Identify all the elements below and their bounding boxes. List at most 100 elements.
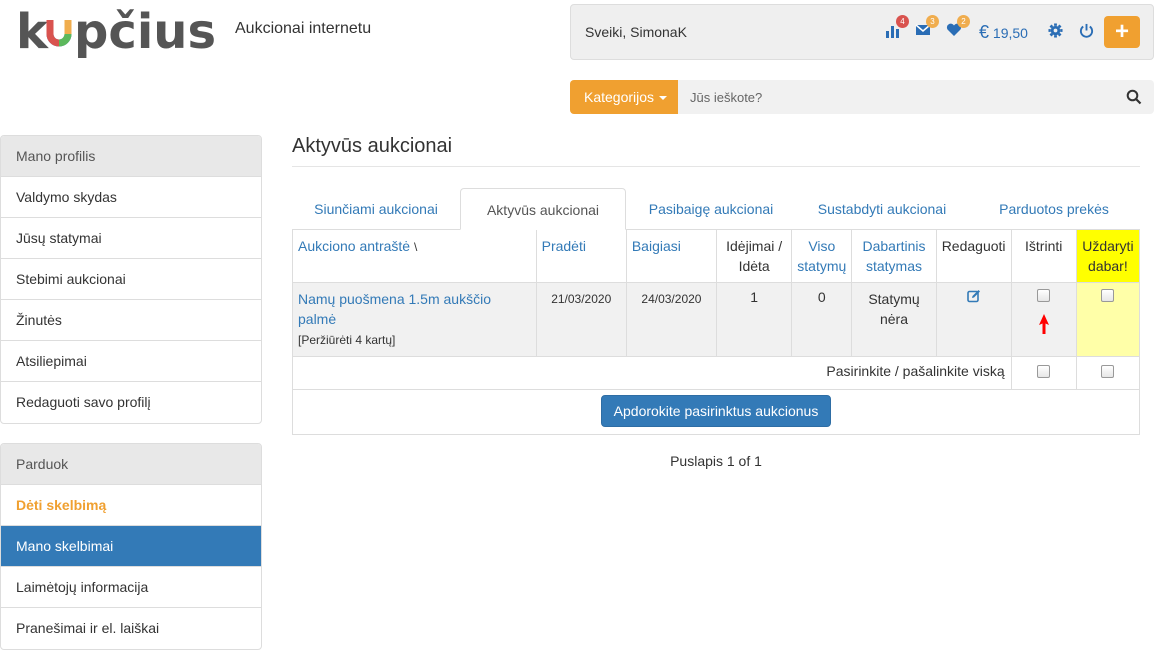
sidebar-item-notifications[interactable]: Pranešimai ir el. laiškai — [1, 608, 261, 649]
mail-icon[interactable]: 3 — [913, 15, 939, 43]
actions-cell: Apdorokite pasirinktus aukcionus — [292, 389, 1140, 435]
panel-heading: Mano profilis — [1, 136, 261, 177]
sidebar-item-edit-profile[interactable]: Redaguoti savo profilį — [1, 382, 261, 423]
col-bids-line1: Viso — [808, 238, 836, 254]
tab-sold[interactable]: Parduotos prekės — [968, 188, 1140, 230]
pagination-text: Puslapis 1 of 1 — [670, 453, 762, 469]
process-selected-button[interactable]: Apdorokite pasirinktus aukcionus — [600, 395, 832, 427]
stats-icon[interactable]: 4 — [883, 15, 909, 43]
site-logo[interactable]: k pčius — [16, 4, 221, 60]
sidebar-item-my-listings[interactable]: Mano skelbimai — [1, 526, 261, 567]
col-bids-line2: statymų — [797, 258, 847, 274]
greeting-text: Sveiki, SimonaK — [585, 24, 687, 40]
col-posted-header: Idėjimai / Idėta — [716, 229, 793, 283]
select-all-label: Pasirinkite / pašalinkite viską — [292, 356, 1012, 390]
profile-panel: Mano profilis Valdymo skydas Jūsų statym… — [0, 135, 262, 424]
auction-posted: 1 — [716, 282, 793, 357]
col-ends-header[interactable]: Baigiasi — [625, 229, 718, 283]
delete-checkbox[interactable] — [1037, 289, 1051, 302]
col-posted-line1: Idėjimai / — [726, 238, 783, 254]
site-tagline: Aukcionai internetu — [235, 20, 372, 37]
col-title-header[interactable]: Aukciono antraštė \ — [292, 229, 537, 283]
current-bid-line1: Statymų — [868, 291, 920, 307]
mail-badge: 3 — [926, 15, 939, 28]
sidebar-item-feedback[interactable]: Atsiliepimai — [1, 341, 261, 382]
tab-sending[interactable]: Siunčiami aukcionai — [292, 188, 460, 230]
favorites-badge: 2 — [957, 15, 970, 28]
sort-started-link[interactable]: Pradėti — [542, 238, 586, 254]
kupcius-logo: k pčius — [16, 4, 216, 60]
page-title: Aktyvūs aukcionai — [292, 135, 453, 157]
col-current-line1: Dabartinis — [862, 238, 926, 254]
auction-tabs: Siunčiami aukcionai Aktyvūs aukcionai Pa… — [292, 188, 1140, 230]
tab-active[interactable]: Aktyvūs aukcionai — [460, 188, 626, 230]
balance-value: 19,50 — [992, 25, 1028, 41]
sidebar-item-watched[interactable]: Stebimi aukcionai — [1, 259, 261, 300]
euro-icon: € — [979, 22, 990, 42]
panel-heading: Parduok — [1, 444, 261, 485]
sidebar-item-winners-info[interactable]: Laimėtojų informacija — [1, 567, 261, 608]
search-icon[interactable] — [1126, 89, 1142, 105]
table-header-row: Aukciono antraštė \ Pradėti Baigiasi Idė… — [292, 229, 1141, 283]
select-all-close-checkbox[interactable] — [1101, 365, 1115, 378]
sort-indicator: \ — [413, 240, 418, 254]
auction-started: 21/03/2020 — [535, 282, 627, 357]
stats-badge: 4 — [896, 15, 909, 28]
add-listing-button[interactable]: + — [1104, 16, 1140, 48]
auction-views: [Peržiūrėti 4 kartų] — [298, 333, 396, 347]
select-all-delete-cell — [1010, 356, 1077, 390]
select-all-close-cell — [1075, 356, 1141, 390]
close-now-checkbox[interactable] — [1101, 289, 1115, 302]
power-icon[interactable] — [1076, 23, 1096, 43]
current-bid-line2: nėra — [879, 311, 908, 327]
select-all-delete-checkbox[interactable] — [1037, 365, 1051, 378]
table-row: Namų puošmena 1.5m aukščio palmė [Peržiū… — [292, 282, 1141, 357]
close-now-cell — [1075, 282, 1141, 357]
svg-text:k: k — [16, 4, 49, 60]
sort-bids-link[interactable]: Viso statymų — [797, 238, 846, 274]
auction-bids: 0 — [791, 282, 853, 357]
heart-icon[interactable]: 2 — [944, 15, 970, 43]
col-current-line2: statymas — [865, 258, 922, 274]
actions-row: Apdorokite pasirinktus aukcionus — [292, 389, 1140, 435]
sort-ends-link[interactable]: Baigiasi — [632, 238, 681, 254]
gear-icon[interactable] — [1045, 23, 1065, 43]
sidebar-item-post-ad[interactable]: Dėti skelbimą — [1, 485, 261, 526]
select-all-row: Pasirinkite / pašalinkite viską — [292, 356, 1141, 390]
col-close-line2: dabar! — [1088, 258, 1128, 274]
auction-current-bid: Statymų nėra — [851, 282, 937, 357]
search-input[interactable] — [678, 80, 1154, 114]
auction-ends: 24/03/2020 — [625, 282, 718, 357]
auction-title-cell: Namų puošmena 1.5m aukščio palmė [Peržiū… — [292, 282, 537, 357]
svg-text:pčius: pčius — [74, 4, 216, 60]
col-bids-header[interactable]: Viso statymų — [791, 229, 853, 283]
title-divider — [292, 166, 1140, 167]
sort-title-link[interactable]: Aukciono antraštė — [298, 238, 410, 254]
col-edit-header: Redaguoti — [935, 229, 1012, 283]
tab-ended[interactable]: Pasibaigę aukcionai — [626, 188, 796, 230]
col-posted-line2: Idėta — [738, 258, 770, 274]
sell-panel: Parduok Dėti skelbimą Mano skelbimai Lai… — [0, 443, 262, 650]
sidebar-item-dashboard[interactable]: Valdymo skydas — [1, 177, 261, 218]
col-close-header: Uždaryti dabar! — [1075, 229, 1141, 283]
sort-current-link[interactable]: Dabartinis statymas — [862, 238, 925, 274]
sidebar-item-my-bids[interactable]: Jūsų statymai — [1, 218, 261, 259]
tab-suspended[interactable]: Sustabdyti aukcionai — [796, 188, 968, 230]
categories-dropdown[interactable]: Kategorijos — [570, 80, 678, 114]
categories-label: Kategorijos — [584, 89, 655, 105]
edit-cell — [935, 282, 1012, 357]
auction-title-link[interactable]: Namų puošmena 1.5m aukščio palmė — [298, 291, 491, 327]
red-arrow-up-icon — [1038, 314, 1049, 334]
caret-down-icon — [659, 96, 668, 101]
col-started-header[interactable]: Pradėti — [535, 229, 627, 283]
edit-icon[interactable] — [966, 289, 981, 303]
auctions-table: Aukciono antraštė \ Pradėti Baigiasi Idė… — [292, 229, 1141, 435]
col-close-line1: Uždaryti — [1082, 238, 1134, 254]
col-current-header[interactable]: Dabartinis statymas — [851, 229, 937, 283]
sidebar-item-messages[interactable]: Žinutės — [1, 300, 261, 341]
col-delete-header: Ištrinti — [1010, 229, 1077, 283]
account-balance[interactable]: € 19,50 — [979, 22, 1028, 43]
delete-cell — [1010, 282, 1077, 357]
auctions-table-wrap: Aukciono antraštė \ Pradėti Baigiasi Idė… — [292, 229, 1141, 435]
user-bar: Sveiki, SimonaK 4 3 2 € 19,50 + — [570, 4, 1154, 60]
